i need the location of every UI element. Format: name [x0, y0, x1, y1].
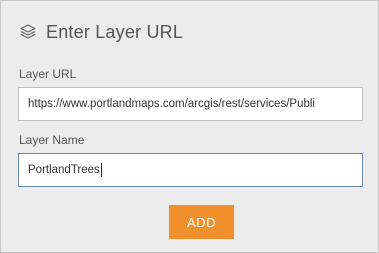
enter-layer-url-panel: Enter Layer URL Layer URL https://www.po… — [0, 0, 379, 253]
panel-title: Enter Layer URL — [46, 21, 184, 42]
layer-url-value: https://www.portlandmaps.com/arcgis/rest… — [28, 98, 315, 110]
panel-header: Enter Layer URL — [19, 20, 183, 44]
layer-name-input[interactable]: PortlandTrees — [18, 153, 363, 187]
layer-name-label: Layer Name — [19, 133, 85, 147]
layers-icon — [19, 23, 37, 41]
add-button[interactable]: ADD — [169, 205, 234, 239]
text-caret — [100, 162, 102, 177]
layer-url-input[interactable]: https://www.portlandmaps.com/arcgis/rest… — [18, 87, 363, 121]
layer-name-value: PortlandTrees — [28, 164, 100, 176]
layer-url-label: Layer URL — [19, 67, 77, 81]
